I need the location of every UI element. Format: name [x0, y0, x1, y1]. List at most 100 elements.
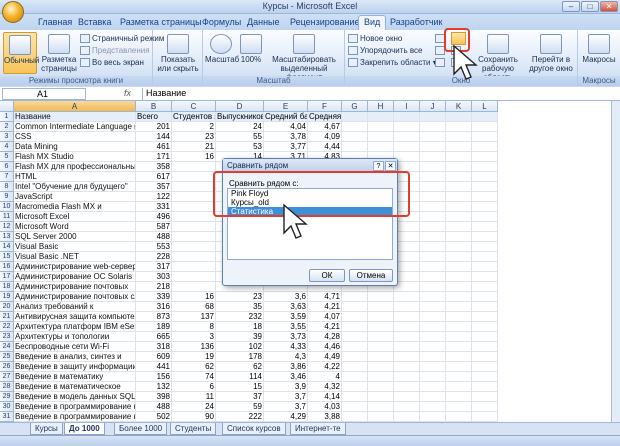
table-cell[interactable]: [446, 182, 472, 192]
table-cell[interactable]: 62: [216, 362, 264, 372]
normal-view-button[interactable]: Обычный: [3, 32, 39, 74]
table-cell[interactable]: [368, 322, 394, 332]
dialog-close-button[interactable]: ✕: [385, 161, 396, 171]
table-cell[interactable]: [394, 312, 420, 322]
table-cell[interactable]: [446, 282, 472, 292]
header-cell[interactable]: [472, 112, 498, 122]
table-cell[interactable]: [394, 322, 420, 332]
workbook-list[interactable]: Pink Floyd Курсы_old Статистика: [227, 188, 393, 260]
table-cell[interactable]: [420, 182, 446, 192]
table-cell[interactable]: [342, 402, 368, 412]
table-cell[interactable]: [368, 392, 394, 402]
table-cell[interactable]: 357: [136, 182, 172, 192]
ok-button[interactable]: ОК: [309, 269, 345, 282]
table-cell[interactable]: 873: [136, 312, 172, 322]
row-header[interactable]: 21: [0, 312, 14, 322]
table-cell[interactable]: [172, 182, 216, 192]
table-cell[interactable]: Microsoft Excel: [14, 212, 136, 222]
table-cell[interactable]: 3,59: [264, 312, 308, 322]
table-cell[interactable]: [368, 372, 394, 382]
table-cell[interactable]: 16: [172, 152, 216, 162]
tab-page-layout[interactable]: Разметка страницы: [120, 17, 202, 27]
table-cell[interactable]: 665: [136, 332, 172, 342]
table-cell[interactable]: 4,44: [308, 142, 342, 152]
row-header[interactable]: 14: [0, 242, 14, 252]
table-cell[interactable]: Архитектуры и топологии: [14, 332, 136, 342]
table-cell[interactable]: [446, 382, 472, 392]
header-cell[interactable]: [342, 112, 368, 122]
table-cell[interactable]: [472, 182, 498, 192]
table-cell[interactable]: 24: [172, 402, 216, 412]
row-header[interactable]: 25: [0, 352, 14, 362]
table-cell[interactable]: Администрирование web-серверов: [14, 262, 136, 272]
table-cell[interactable]: [446, 292, 472, 302]
table-cell[interactable]: 68: [172, 302, 216, 312]
table-cell[interactable]: [342, 372, 368, 382]
table-cell[interactable]: 4,67: [308, 122, 342, 132]
table-cell[interactable]: 3,6: [264, 292, 308, 302]
table-cell[interactable]: [472, 362, 498, 372]
table-cell[interactable]: [420, 142, 446, 152]
table-cell[interactable]: 53: [216, 142, 264, 152]
table-cell[interactable]: [472, 222, 498, 232]
table-cell[interactable]: [420, 122, 446, 132]
table-cell[interactable]: [446, 302, 472, 312]
table-cell[interactable]: 488: [136, 232, 172, 242]
table-cell[interactable]: 4,07: [308, 312, 342, 322]
table-cell[interactable]: [172, 202, 216, 212]
table-cell[interactable]: 178: [216, 352, 264, 362]
tab-home[interactable]: Главная: [38, 17, 72, 27]
header-cell[interactable]: Название: [14, 112, 136, 122]
table-cell[interactable]: 4,29: [264, 412, 308, 422]
tab-formulas[interactable]: Формулы: [202, 17, 241, 27]
table-cell[interactable]: [420, 132, 446, 142]
table-cell[interactable]: 3,55: [264, 322, 308, 332]
table-cell[interactable]: [342, 132, 368, 142]
table-cell[interactable]: 502: [136, 412, 172, 422]
split-button[interactable]: [435, 34, 447, 44]
table-cell[interactable]: Visual Basic: [14, 242, 136, 252]
sheet-tab[interactable]: Курсы: [30, 423, 63, 435]
table-cell[interactable]: 222: [216, 412, 264, 422]
table-cell[interactable]: [472, 212, 498, 222]
table-cell[interactable]: [420, 282, 446, 292]
table-cell[interactable]: [420, 292, 446, 302]
table-cell[interactable]: [368, 132, 394, 142]
table-cell[interactable]: 4,03: [308, 402, 342, 412]
row-header[interactable]: 16: [0, 262, 14, 272]
table-cell[interactable]: 19: [172, 352, 216, 362]
table-cell[interactable]: Common Intermediate Language и: [14, 122, 136, 132]
table-cell[interactable]: Администрирование почтовых служб: [14, 292, 136, 302]
table-cell[interactable]: [472, 332, 498, 342]
table-cell[interactable]: 553: [136, 242, 172, 252]
table-cell[interactable]: 201: [136, 122, 172, 132]
table-cell[interactable]: [368, 352, 394, 362]
table-cell[interactable]: [446, 272, 472, 282]
page-layout-button[interactable]: Разметка страницы: [40, 32, 78, 73]
table-cell[interactable]: [342, 122, 368, 132]
switch-window-button[interactable]: Перейти в другое окно: [525, 32, 577, 73]
table-cell[interactable]: 4,33: [264, 342, 308, 352]
table-cell[interactable]: 102: [216, 342, 264, 352]
table-cell[interactable]: [394, 142, 420, 152]
row-header[interactable]: 30: [0, 402, 14, 412]
table-cell[interactable]: 132: [136, 382, 172, 392]
table-cell[interactable]: [420, 302, 446, 312]
table-cell[interactable]: 461: [136, 142, 172, 152]
row-header[interactable]: 4: [0, 142, 14, 152]
table-cell[interactable]: [420, 232, 446, 242]
table-cell[interactable]: 3: [172, 332, 216, 342]
select-all-corner[interactable]: [0, 101, 14, 112]
table-cell[interactable]: [172, 282, 216, 292]
row-header[interactable]: 27: [0, 372, 14, 382]
column-header[interactable]: H: [368, 101, 394, 112]
column-header[interactable]: G: [342, 101, 368, 112]
save-workspace-button[interactable]: Сохранить рабочую область: [473, 32, 523, 82]
column-header[interactable]: L: [472, 101, 498, 112]
row-header[interactable]: 7: [0, 172, 14, 182]
table-cell[interactable]: [446, 402, 472, 412]
table-cell[interactable]: [472, 282, 498, 292]
row-header[interactable]: 24: [0, 342, 14, 352]
table-cell[interactable]: [394, 342, 420, 352]
table-cell[interactable]: [172, 222, 216, 232]
